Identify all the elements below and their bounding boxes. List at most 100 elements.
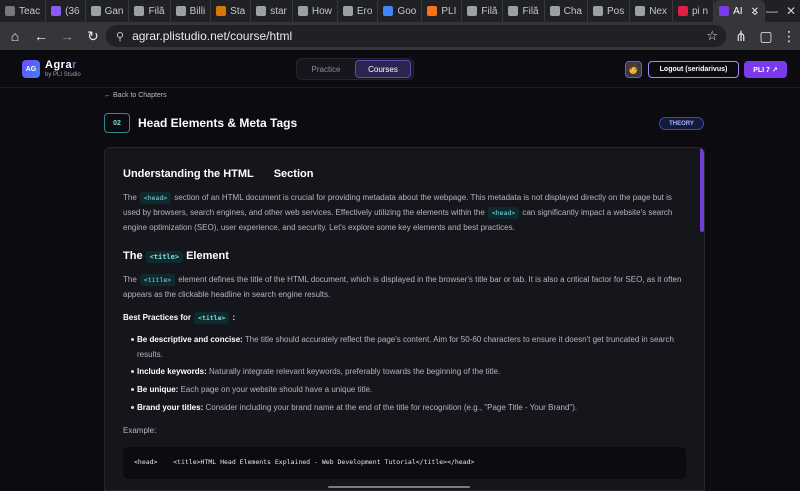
nav-practice-button[interactable]: Practice (299, 60, 353, 78)
bullet-title: Be unique: (137, 385, 179, 394)
bookmark-star-icon[interactable]: ☆ (706, 28, 718, 44)
close-window-icon[interactable]: ✕ (786, 0, 796, 22)
paragraph-text: element defines the title of the HTML do… (123, 275, 682, 299)
url-text: agrar.plistudio.net/course/html (132, 29, 293, 43)
browser-tab[interactable]: Goo (378, 0, 423, 22)
app-header: AG Agrar by PLI Studio Practice Courses … (0, 50, 800, 88)
favicon-icon (5, 6, 15, 16)
browser-tab[interactable]: (36 (46, 0, 86, 22)
tab-label: Sta (230, 5, 246, 17)
tab-label: Filă (522, 5, 539, 17)
tab-label: (36 (65, 5, 80, 17)
tab-label: Ero (356, 5, 373, 17)
favicon-icon (508, 6, 519, 16)
bullet-dot (131, 388, 134, 391)
scrollbar-thumb[interactable] (700, 148, 704, 232)
paragraph-text: The (123, 193, 137, 202)
favicon-icon (383, 6, 394, 16)
browser-tab[interactable]: star (251, 0, 293, 22)
browser-tab[interactable]: pi n (673, 0, 715, 22)
logo-name[interactable]: Agrar (45, 59, 77, 71)
browser-tab[interactable]: How (293, 0, 338, 22)
label-text: : (232, 313, 236, 322)
tab-search-icon[interactable]: ⌄ (750, 0, 760, 22)
tab-label: pi n (692, 5, 709, 17)
heading-text: Section (273, 168, 314, 180)
site-info-icon[interactable]: ⚲ (116, 30, 124, 43)
tab-label: Gan (104, 5, 124, 17)
heading-text: Understanding the HTML (123, 168, 254, 180)
tab-label: Pos (606, 5, 625, 17)
favicon-icon (427, 6, 438, 16)
favicon-icon (51, 6, 62, 16)
list-item: Brand your titles: Consider including yo… (131, 400, 687, 415)
tab-label: Nex (649, 5, 667, 17)
browser-tab[interactable]: Nex (630, 0, 673, 22)
tab-label: Filă (481, 5, 498, 17)
inline-code: <head> (487, 207, 520, 219)
favicon-icon (134, 6, 145, 16)
tab-label: star (270, 5, 287, 17)
back-to-chapters-link[interactable]: ← Back to Chapters (104, 92, 167, 99)
browser-tab[interactable]: Cha (545, 0, 588, 22)
favicon-icon (678, 6, 688, 16)
browser-tab[interactable]: Billi (171, 0, 212, 22)
favicon-icon (90, 6, 101, 16)
heading-text: Element (186, 250, 229, 262)
address-bar[interactable]: ⚲ agrar.plistudio.net/course/html ☆ (106, 25, 726, 47)
browser-tab[interactable]: Sta (211, 0, 252, 22)
share-icon[interactable]: ⋔ (728, 23, 754, 49)
section-heading-title: The <title> Element (123, 250, 229, 263)
minimize-icon[interactable]: — (766, 0, 778, 22)
favicon-icon (719, 6, 730, 16)
chapter-title: Head Elements & Meta Tags (138, 116, 298, 130)
favicon-icon (549, 6, 560, 16)
browser-tab[interactable]: Filă (462, 0, 504, 22)
paragraph-head-intro: The <head> section of an HTML document is … (123, 190, 689, 235)
theory-badge: THEORY (659, 117, 704, 130)
paragraph-title-intro: The <title> element defines the title of t… (123, 272, 689, 302)
more-menu-icon[interactable]: ⋮ (776, 23, 800, 49)
user-avatar[interactable]: 🧑 (625, 61, 642, 78)
forward-arrow-icon[interactable]: → (54, 23, 80, 49)
list-item: Be unique: Each page on your website sho… (131, 382, 687, 397)
heading-text: The (123, 250, 143, 262)
bullet-text: Consider including your brand name at th… (205, 403, 578, 412)
favicon-icon (297, 6, 308, 16)
bullet-dot (131, 406, 134, 409)
browser-tab[interactable]: Teac (0, 0, 47, 22)
back-arrow-icon[interactable]: ← (28, 23, 54, 49)
reload-icon[interactable]: ↻ (80, 23, 106, 49)
browser-tab[interactable]: Filă (129, 0, 171, 22)
favicon-icon (256, 6, 267, 16)
logo-icon[interactable]: AG (22, 60, 40, 78)
best-practices-label: Best Practices for <title>: (123, 310, 689, 325)
tab-label: Goo (397, 5, 417, 17)
logout-button[interactable]: Logout (seridarivus) (648, 61, 739, 78)
tab-label: Filă (148, 5, 165, 17)
bullet-dot (131, 338, 134, 341)
nav-courses-button[interactable]: Courses (355, 60, 411, 78)
browser-tab[interactable]: Ero (338, 0, 379, 22)
bullet-text: Each page on your website should have a … (180, 385, 373, 394)
browser-tab[interactable]: PLI (422, 0, 463, 22)
bullet-dot (131, 370, 134, 373)
home-icon[interactable]: ⌂ (2, 23, 28, 49)
tab-label: Teac (19, 5, 41, 17)
favicon-icon (592, 6, 603, 16)
example-label: Example: (123, 426, 157, 435)
browser-tab[interactable]: Filă (503, 0, 545, 22)
favicon-icon (216, 6, 227, 16)
favicon-icon (175, 6, 186, 16)
window-resize-handle[interactable] (328, 486, 470, 488)
pli-button[interactable]: PLI 7 ↗ (744, 61, 787, 78)
browser-tab[interactable]: Pos (588, 0, 631, 22)
inline-code: <title> (145, 251, 184, 263)
list-item: Be descriptive and concise: The title sh… (131, 332, 687, 362)
tab-label: Cha (563, 5, 582, 17)
inline-code: <title> (194, 312, 230, 324)
list-item: Include keywords: Naturally integrate re… (131, 364, 687, 379)
bullet-text: Naturally integrate relevant keywords, p… (209, 367, 501, 376)
inline-code: <head> (139, 192, 172, 204)
browser-tab[interactable]: Gan (86, 0, 130, 22)
